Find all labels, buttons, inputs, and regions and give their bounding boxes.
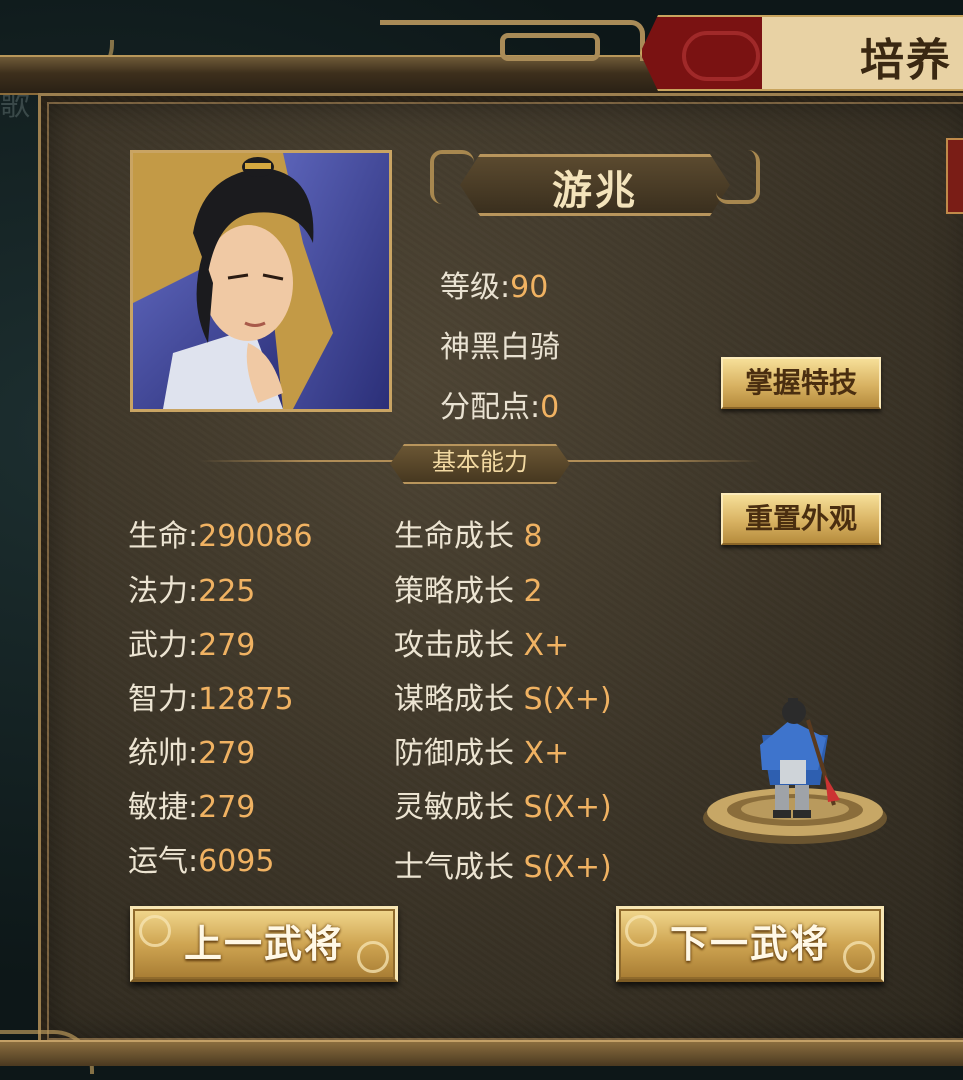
side-tab[interactable] [946,138,963,214]
stat-row: 智力:12875 [128,674,294,718]
growth-value: S(X+) [523,682,612,717]
growth-label: 攻击成长 [394,628,514,663]
fret-ornament [380,20,645,61]
next-general-label: 下一武将 [669,922,830,966]
growth-value: S(X+) [523,790,612,825]
growth-label: 策略成长 [394,574,514,609]
button-ornament-icon [625,915,657,947]
bottom-frame-strip [0,1040,963,1066]
hero-name: 游兆 [552,168,638,214]
hero-name-banner: 游兆 [430,150,760,214]
stat-label: 生命: [128,519,199,554]
level-label: 等级: [440,270,511,305]
hero-portrait [130,150,392,412]
stat-row: 生命:290086 [128,511,313,555]
stat-value: 279 [198,736,256,771]
points-label: 分配点: [440,390,541,425]
stat-label: 武力: [128,628,199,663]
stat-value: 279 [198,628,256,663]
hero-level-line: 等级:90 [440,262,548,306]
growth-label: 士气成长 [394,850,514,885]
stat-value: 225 [198,574,256,609]
page-title: 培养 [860,35,952,86]
stat-label: 运气: [128,844,199,879]
stat-value: 12875 [198,682,294,717]
growth-row: 士气成长 S(X+) [394,842,612,886]
growth-value: S(X+) [523,850,612,885]
growth-value: X+ [523,628,570,663]
growth-label: 生命成长 [394,519,514,554]
button-ornament-icon [357,941,389,973]
growth-row: 灵敏成长 S(X+) [394,782,612,826]
section-title-basic-abilities: 基本能力 [432,448,528,476]
growth-row: 防御成长 X+ [394,728,569,772]
hero-unit-type: 神黑白骑 [440,330,560,365]
stat-label: 敏捷: [128,790,199,825]
growth-row: 生命成长 8 [394,511,543,555]
stat-label: 法力: [128,574,199,609]
hero-portrait-art [133,153,389,409]
growth-value: X+ [523,736,570,771]
stat-row: 运气:6095 [128,836,274,880]
growth-value: 2 [523,574,543,609]
stat-value: 290086 [198,519,313,554]
prev-general-label: 上一武将 [183,922,344,966]
stat-value: 6095 [198,844,275,879]
level-value: 90 [510,270,549,305]
stat-row: 统帅:279 [128,728,255,772]
growth-row: 谋略成长 S(X+) [394,674,612,718]
stat-label: 智力: [128,682,199,717]
growth-value: 8 [523,519,543,554]
unit-sprite-art [703,698,887,844]
growth-label: 防御成长 [394,736,514,771]
stat-row: 法力:225 [128,566,255,610]
next-general-button[interactable]: 下一武将 [616,906,884,982]
prev-general-button[interactable]: 上一武将 [130,906,398,982]
hero-points-line: 分配点:0 [440,382,559,426]
points-value: 0 [540,390,560,425]
growth-row: 策略成长 2 [394,566,543,610]
button-ornament-icon [843,941,875,973]
reset-appearance-button[interactable]: 重置外观 [721,493,881,545]
stat-row: 敏捷:279 [128,782,255,826]
button-ornament-icon [139,915,171,947]
growth-label: 谋略成长 [394,682,514,717]
stat-value: 279 [198,790,256,825]
growth-label: 灵敏成长 [394,790,514,825]
unit-sprite-preview [700,690,900,860]
master-skill-button[interactable]: 掌握特技 [721,357,881,409]
growth-row: 攻击成长 X+ [394,620,569,664]
stat-row: 武力:279 [128,620,255,664]
stat-label: 统帅: [128,736,199,771]
